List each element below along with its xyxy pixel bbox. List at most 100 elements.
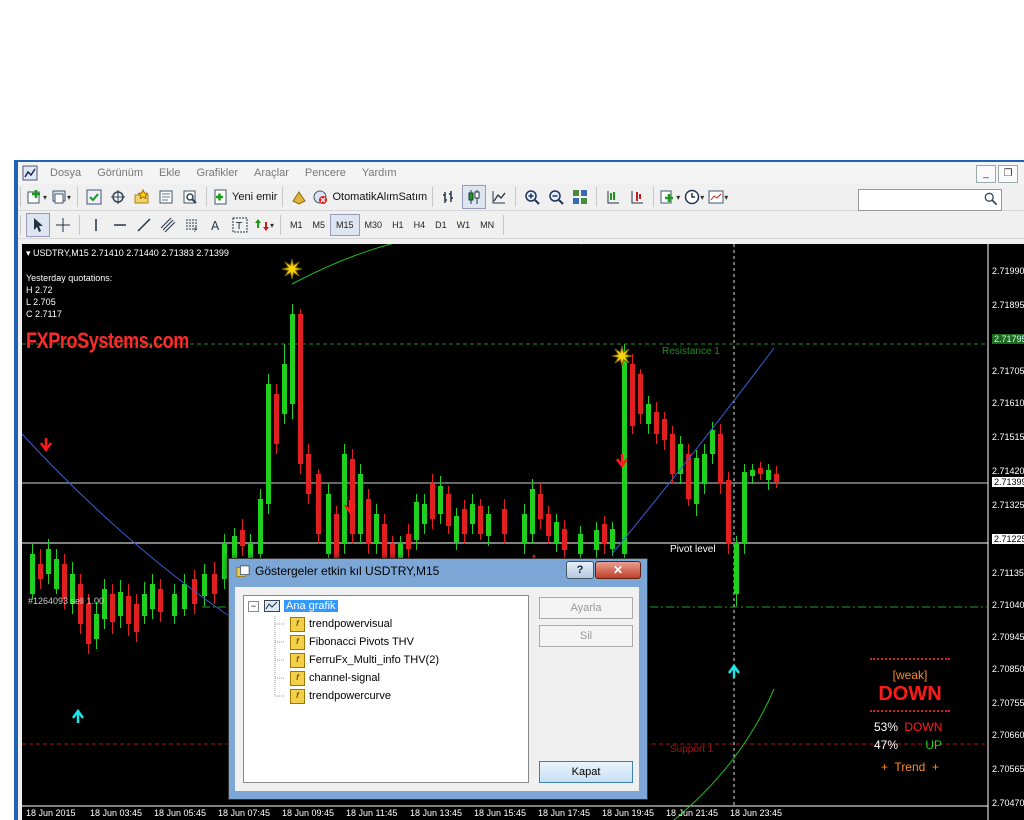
- dialog-indicator-icon: [236, 565, 250, 577]
- timeframe-d1[interactable]: D1: [430, 215, 452, 235]
- menu-window[interactable]: Pencere: [297, 167, 354, 179]
- channel-icon: [160, 217, 176, 233]
- trend-footer: + Trend +: [880, 760, 940, 774]
- menu-file[interactable]: Dosya: [42, 167, 89, 179]
- separator: [596, 187, 598, 207]
- menu-help[interactable]: Yardım: [354, 167, 405, 179]
- up-arrow-icon: [71, 708, 85, 723]
- profiles-button[interactable]: ▾: [50, 186, 72, 208]
- metaeditor-button[interactable]: [288, 186, 310, 208]
- market-watch-button[interactable]: [83, 186, 105, 208]
- channel-tool[interactable]: [157, 214, 179, 236]
- indicator-fx-icon: f: [290, 616, 305, 632]
- text-tool[interactable]: A: [205, 214, 227, 236]
- candle-body: [240, 530, 245, 546]
- minimize-button[interactable]: _: [976, 165, 996, 183]
- candle-body: [316, 474, 321, 534]
- templates-button[interactable]: ▾: [707, 186, 729, 208]
- new-order-button[interactable]: Yeni emir: [212, 186, 277, 208]
- price-label: 2.71325: [992, 500, 1024, 510]
- timeframe-h4[interactable]: H4: [409, 215, 431, 235]
- close-button[interactable]: Kapat: [539, 761, 633, 783]
- tree-indicator[interactable]: f channel-signal: [290, 670, 380, 686]
- search-input[interactable]: [858, 189, 1002, 211]
- candle-body: [734, 544, 739, 594]
- horizontal-line-tool[interactable]: [109, 214, 131, 236]
- indicators-button[interactable]: ▾: [659, 186, 681, 208]
- timeframe-m30[interactable]: M30: [360, 215, 388, 235]
- arrows-tool[interactable]: ▾: [253, 214, 275, 236]
- star-marker-icon: [611, 345, 633, 367]
- candle-body: [478, 506, 483, 534]
- indicator-tree[interactable]: − Ana grafik f trendpowervisual f Fibonacc…: [243, 595, 529, 783]
- vertical-line-tool[interactable]: [85, 214, 107, 236]
- tile-windows-button[interactable]: [569, 186, 591, 208]
- arrows-icon: [254, 219, 269, 231]
- timeframe-mn[interactable]: MN: [475, 215, 499, 235]
- search-icon[interactable]: [984, 192, 998, 206]
- candle-body: [414, 502, 419, 540]
- help-button[interactable]: ?: [566, 561, 594, 579]
- delete-button[interactable]: Sil: [539, 625, 633, 647]
- zoom-in-button[interactable]: [521, 186, 543, 208]
- chart-menu-arrow-icon[interactable]: ▾: [26, 248, 33, 258]
- menu-view[interactable]: Görünüm: [89, 167, 151, 179]
- menu-charts[interactable]: Grafikler: [188, 167, 246, 179]
- candle-body: [126, 596, 131, 624]
- favorites-button[interactable]: [131, 186, 153, 208]
- candle-body: [774, 474, 779, 482]
- tree-indicator[interactable]: f trendpowervisual: [290, 616, 392, 632]
- timeframe-m1[interactable]: M1: [285, 215, 308, 235]
- price-label: 2.71399: [992, 477, 1024, 487]
- bar-chart-button[interactable]: [438, 186, 460, 208]
- indicator-fx-icon: f: [290, 634, 305, 650]
- candle-body: [298, 314, 303, 464]
- zoom-out-button[interactable]: [545, 186, 567, 208]
- app-icon: [22, 165, 38, 181]
- tree-indicator[interactable]: f Fibonacci Pivots THV: [290, 634, 414, 650]
- template-icon: [708, 190, 724, 204]
- trend-divider: [870, 710, 950, 712]
- chart-shift-button[interactable]: [602, 186, 624, 208]
- auto-trading-button[interactable]: OtomatikAlımSatım: [312, 186, 427, 208]
- drawing-toolbar: F A T ▾ M1 M5 M15 M30 H1 H4 D1 W1 MN: [18, 212, 1024, 239]
- menu-tools[interactable]: Araçlar: [246, 167, 297, 179]
- candle-body: [710, 430, 715, 454]
- line-chart-button[interactable]: [488, 186, 510, 208]
- horizontal-line-icon: [114, 224, 126, 226]
- edit-button[interactable]: Ayarla: [539, 597, 633, 619]
- close-icon[interactable]: ✕: [595, 561, 641, 579]
- up-label: UP: [925, 738, 943, 752]
- cursor-tool[interactable]: [26, 213, 50, 237]
- navigator-button[interactable]: [107, 186, 129, 208]
- autoscroll-button[interactable]: [626, 186, 648, 208]
- market-watch-icon: [86, 189, 102, 205]
- chart-shift-icon: [607, 191, 620, 204]
- timeframe-m15[interactable]: M15: [330, 214, 360, 236]
- menu-insert[interactable]: Ekle: [151, 167, 188, 179]
- trendline-tool[interactable]: [133, 214, 155, 236]
- collapse-icon[interactable]: −: [248, 600, 259, 612]
- periods-button[interactable]: ▾: [683, 186, 705, 208]
- separator: [503, 215, 505, 235]
- tree-root[interactable]: − Ana grafik: [248, 598, 338, 614]
- restore-button[interactable]: ❐: [998, 165, 1018, 183]
- candle-body: [638, 374, 643, 414]
- new-chart-button[interactable]: ▾: [26, 186, 48, 208]
- candle-body: [546, 514, 551, 536]
- timeframe-h1[interactable]: H1: [387, 215, 409, 235]
- crosshair-tool[interactable]: [52, 214, 74, 236]
- toolbar-grip: [20, 187, 21, 207]
- metaeditor-icon: [292, 191, 307, 205]
- candlestick-button[interactable]: [462, 185, 487, 209]
- text-label-tool[interactable]: T: [229, 214, 251, 236]
- timeframe-m5[interactable]: M5: [308, 215, 331, 235]
- upper-trend-curve: [291, 244, 582, 285]
- tree-indicator[interactable]: f trendpowercurve: [290, 688, 391, 704]
- tree-indicator[interactable]: f FerruFx_Multi_info THV(2): [290, 652, 439, 668]
- candle-body: [282, 364, 287, 414]
- fibonacci-tool[interactable]: F: [181, 214, 203, 236]
- tester-button[interactable]: [179, 186, 201, 208]
- terminal-button[interactable]: [155, 186, 177, 208]
- timeframe-w1[interactable]: W1: [452, 215, 476, 235]
